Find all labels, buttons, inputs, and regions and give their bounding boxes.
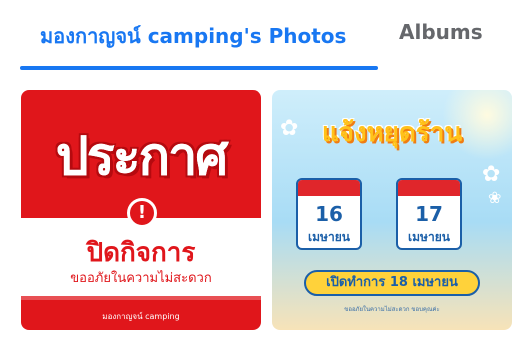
flower-icon: ✿ (482, 162, 501, 187)
announcement-footer: มองกาญจน์ camping (102, 312, 180, 321)
calendar-month: เมษายน (308, 230, 350, 244)
calendar-header (398, 180, 460, 196)
calendar-icon: 16 เมษายน (296, 178, 362, 250)
flower-icon: ❀ (488, 188, 502, 207)
photos-tab-bar: มองกาญจน์ camping's Photos Albums (0, 0, 523, 72)
calendar-day: 16 (315, 202, 343, 226)
photo-thumbnail-closed-notice[interactable]: ✿ ✿ ❀ แจ้งหยุดร้าน 16 เมษายน 17 เมษายน เ… (272, 90, 512, 330)
calendar-day: 17 (415, 202, 443, 226)
tab-albums[interactable]: Albums (399, 20, 483, 44)
announcement-header: ประกาศ (21, 98, 261, 210)
active-tab-indicator (20, 66, 378, 70)
closed-notice-note: ขออภัยในความไม่สะดวก ขอบคุณค่ะ (344, 306, 440, 313)
calendar-header (298, 180, 360, 196)
photo-thumbnail-announcement[interactable]: ประกาศ ! ปิดกิจการ ขออภัยในความไม่สะดวก … (21, 90, 261, 330)
exclamation-icon: ! (127, 198, 157, 228)
reopen-date-banner: เปิดทำการ 18 เมษายน (304, 270, 480, 296)
announcement-divider (21, 296, 261, 300)
closed-notice-title: แจ้งหยุดร้าน (321, 118, 463, 148)
calendar-month: เมษายน (408, 230, 450, 244)
calendar-icon: 17 เมษายน (396, 178, 462, 250)
tab-photos[interactable]: มองกาญจน์ camping's Photos (40, 20, 346, 52)
announcement-subline: ขออภัยในความไม่สะดวก (70, 271, 212, 286)
announcement-title: ประกาศ (55, 127, 229, 187)
